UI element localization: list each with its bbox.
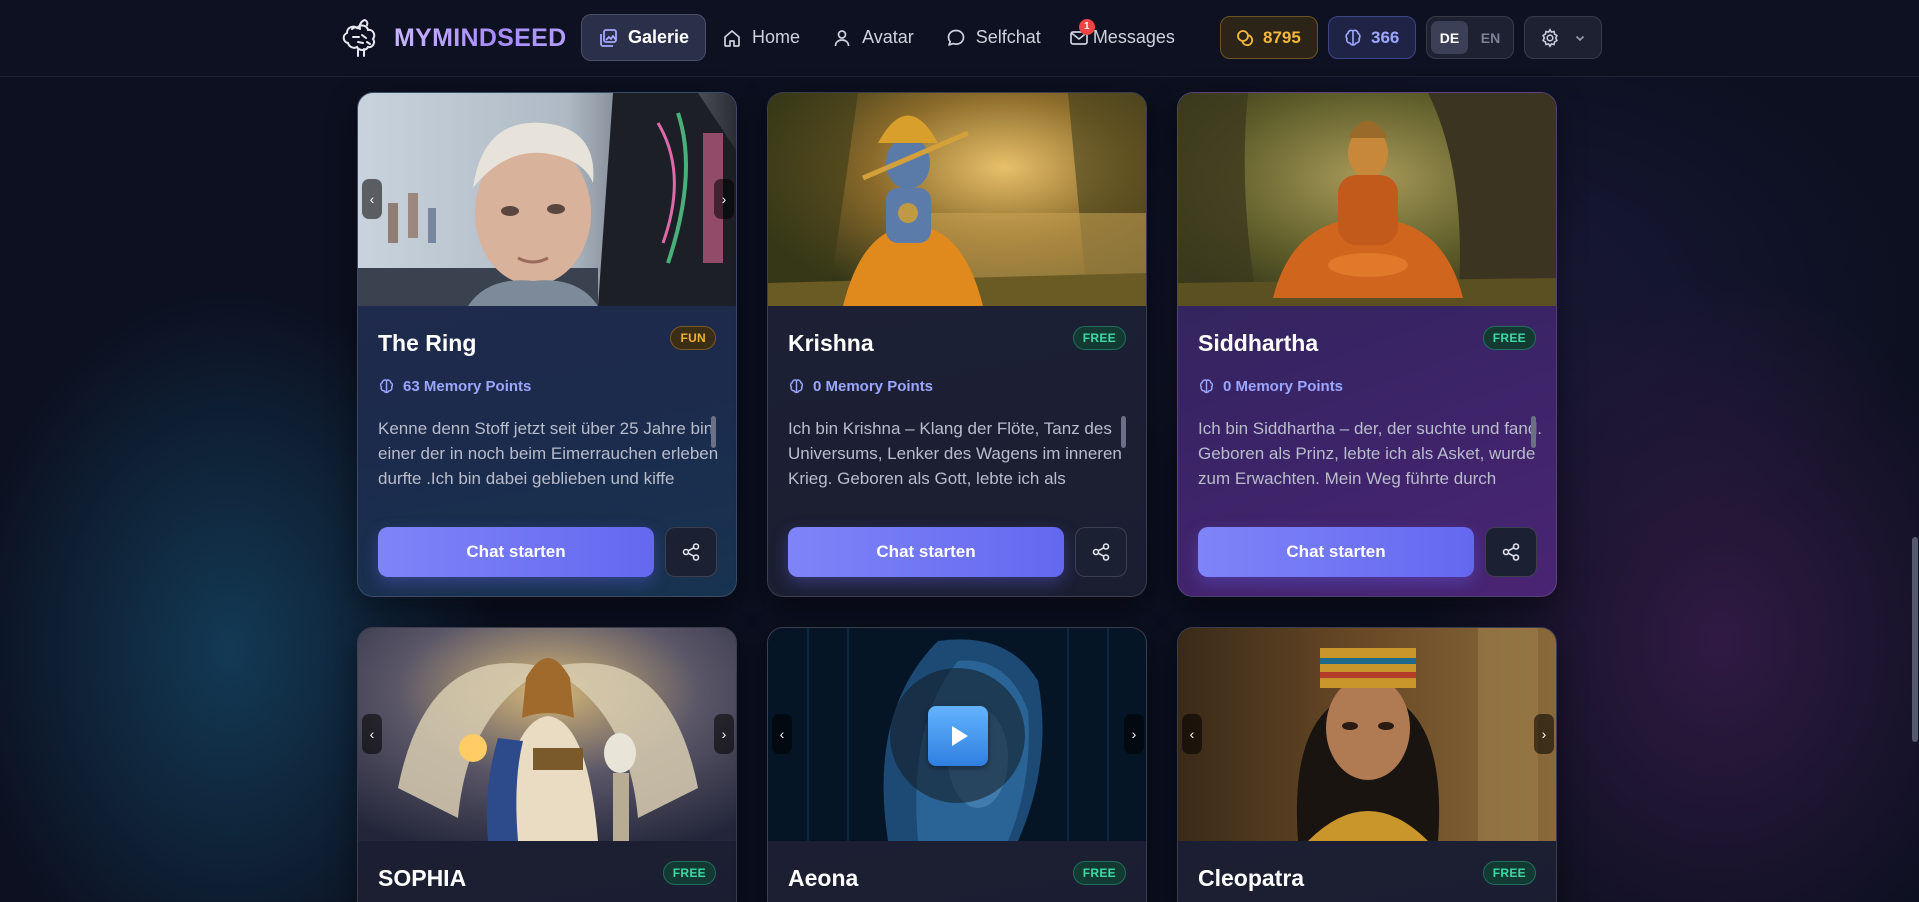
- card-title: Aeona: [788, 865, 859, 891]
- carousel-prev-button[interactable]: ‹: [1182, 714, 1202, 754]
- share-button[interactable]: [665, 527, 717, 577]
- memory-points-label: 63 Memory Points: [403, 378, 532, 395]
- card-title: Siddhartha: [1198, 330, 1319, 356]
- brain-icon: [379, 379, 394, 394]
- card-title: Cleopatra: [1198, 865, 1305, 891]
- home-icon: [724, 29, 740, 47]
- coins-counter[interactable]: 8795: [1220, 16, 1318, 59]
- memory-points: 63 Memory Points: [378, 378, 531, 395]
- fun-badge: FUN: [670, 326, 716, 350]
- nav-messages[interactable]: 1 Messages: [1057, 14, 1191, 61]
- card-title: SOPHIA: [378, 865, 467, 891]
- nav-home[interactable]: Home: [706, 14, 816, 61]
- chevron-down-icon: [1575, 35, 1585, 41]
- description-scrollbar[interactable]: [1531, 416, 1536, 448]
- nav-selfchat[interactable]: Selfchat: [930, 14, 1057, 61]
- card-title: Krishna: [788, 330, 874, 356]
- card-image: ‹ ›: [358, 628, 736, 841]
- carousel-next-button[interactable]: ›: [1124, 714, 1144, 754]
- portrait-photo: [358, 93, 736, 306]
- settings-menu-button[interactable]: [1524, 16, 1602, 59]
- card-image: ‹ ›: [1178, 628, 1556, 841]
- start-chat-button[interactable]: Chat starten: [1198, 527, 1474, 577]
- memory-points-label: 0 Memory Points: [1223, 378, 1344, 395]
- brain-icon: [789, 379, 804, 394]
- share-icon: [1502, 543, 1520, 561]
- nav-messages-label: Messages: [1092, 27, 1175, 47]
- memory-points: 0 Memory Points: [1198, 378, 1343, 395]
- carousel-next-button[interactable]: ›: [714, 179, 734, 219]
- avatar-card: ‹ › Cleopatra FREE: [1177, 627, 1557, 902]
- krishna-painting: [768, 93, 1146, 306]
- carousel-prev-button[interactable]: ‹: [772, 714, 792, 754]
- start-chat-button[interactable]: Chat starten: [788, 527, 1064, 577]
- brand-logo[interactable]: MYMINDSEED: [338, 13, 566, 63]
- gallery-icon: [600, 28, 617, 47]
- play-icon: [951, 725, 968, 746]
- free-badge: FREE: [1482, 861, 1536, 885]
- avatar-card: Krishna FREE 0 Memory Points Ich bin Kri…: [767, 92, 1147, 597]
- brain-icon: [1199, 379, 1214, 394]
- card-title: The Ring: [378, 330, 477, 356]
- share-icon: [682, 543, 700, 561]
- brain-tree-icon: [342, 19, 376, 57]
- brand-name: MYMINDSEED: [394, 23, 567, 52]
- card-description: Ich bin Siddhartha – der, der suchte und…: [1198, 419, 1543, 496]
- memory-value: 366: [1371, 27, 1400, 47]
- language-switcher: DE EN: [1426, 16, 1514, 59]
- memory-points-label: 0 Memory Points: [813, 378, 934, 395]
- free-badge: FREE: [1482, 326, 1536, 350]
- memory-points: 0 Memory Points: [788, 378, 933, 395]
- lang-en-button[interactable]: EN: [1472, 21, 1509, 54]
- messages-unread-badge: 1: [1078, 18, 1095, 35]
- nav-selfchat-label: Selfchat: [975, 27, 1041, 47]
- siddhartha-painting: [1178, 93, 1556, 306]
- nav-home-label: Home: [752, 27, 801, 47]
- page-scrollbar[interactable]: [1911, 77, 1919, 902]
- avatar-card: ‹ › The Ring FUN 63 Memory Points Kenne …: [357, 92, 737, 597]
- main-nav: Galerie Home Avatar Selfchat 1 Messages: [581, 14, 1191, 61]
- share-button[interactable]: [1485, 527, 1537, 577]
- free-badge: FREE: [1072, 861, 1126, 885]
- lang-de-button[interactable]: DE: [1431, 21, 1468, 54]
- carousel-prev-button[interactable]: ‹: [362, 179, 382, 219]
- share-button[interactable]: [1075, 527, 1127, 577]
- play-video-button[interactable]: [890, 668, 1025, 803]
- coins-icon: [1237, 29, 1254, 46]
- coins-value: 8795: [1263, 27, 1301, 47]
- nav-galerie[interactable]: Galerie: [581, 14, 707, 61]
- nav-avatar[interactable]: Avatar: [816, 14, 930, 61]
- description-scrollbar[interactable]: [1121, 416, 1126, 448]
- card-image: ‹ ›: [358, 93, 736, 306]
- free-badge: FREE: [1072, 326, 1126, 350]
- scrollbar-thumb[interactable]: [1912, 537, 1918, 742]
- carousel-next-button[interactable]: ›: [714, 714, 734, 754]
- card-description: Kenne denn Stoff jetzt seit über 25 Jahr…: [378, 419, 719, 496]
- sophia-painting: [358, 628, 736, 841]
- carousel-next-button[interactable]: ›: [1534, 714, 1554, 754]
- start-chat-button[interactable]: Chat starten: [378, 527, 654, 577]
- nav-galerie-label: Galerie: [628, 27, 690, 47]
- card-image: [768, 93, 1146, 306]
- free-badge: FREE: [662, 861, 716, 885]
- avatar-card: ‹ › Aeona FREE: [767, 627, 1147, 902]
- card-image: [1178, 93, 1556, 306]
- avatar-card: ‹ › SOPHIA FREE: [357, 627, 737, 902]
- gear-icon: [1542, 27, 1558, 48]
- card-description: Ich bin Krishna – Klang der Flöte, Tanz …: [788, 419, 1122, 496]
- nav-avatar-label: Avatar: [862, 27, 914, 47]
- description-scrollbar[interactable]: [711, 416, 716, 448]
- carousel-prev-button[interactable]: ‹: [362, 714, 382, 754]
- card-image: ‹ ›: [768, 628, 1146, 841]
- user-icon: [834, 29, 850, 46]
- share-icon: [1092, 543, 1110, 561]
- memory-counter[interactable]: 366: [1328, 16, 1416, 59]
- avatar-card: Siddhartha FREE 0 Memory Points Ich bin …: [1177, 92, 1557, 597]
- chat-bubble-icon: [947, 29, 965, 46]
- top-navbar: MYMINDSEED Galerie Home Avatar Selfchat …: [0, 0, 1919, 77]
- brain-icon: [1345, 29, 1361, 46]
- cleopatra-painting: [1178, 628, 1556, 841]
